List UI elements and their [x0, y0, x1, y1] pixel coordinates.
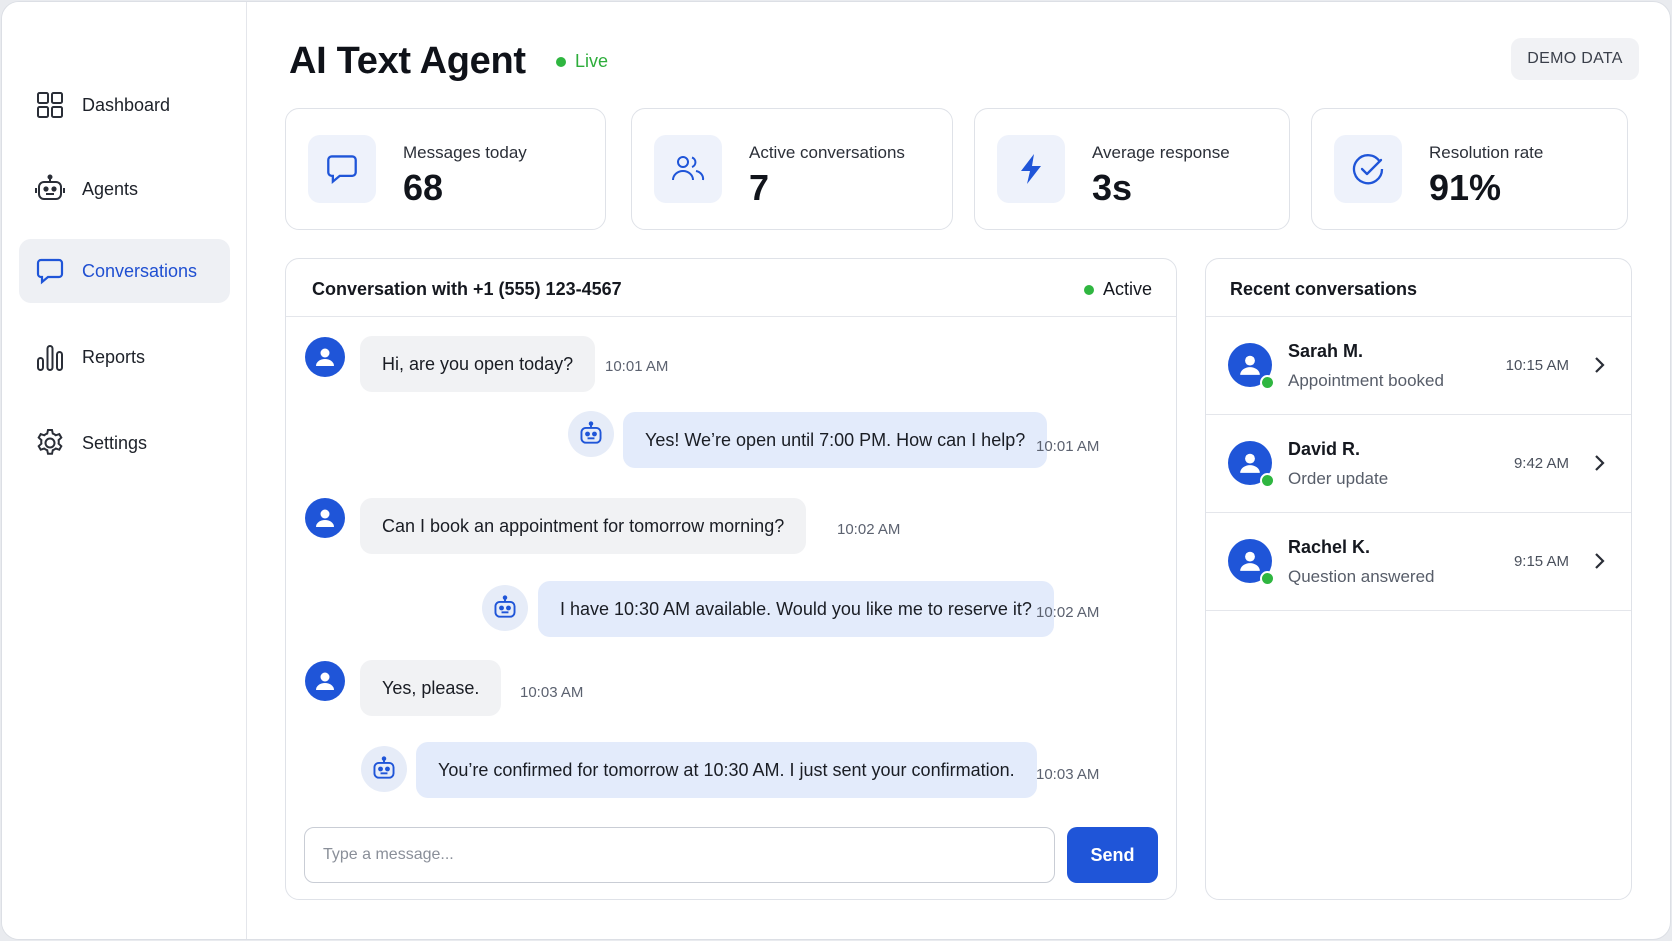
sidebar-item-label: Settings: [82, 432, 148, 453]
sidebar-item-settings[interactable]: Settings: [19, 411, 230, 475]
chat-bubble-icon: [35, 256, 65, 286]
conversation-status-label: Active: [1102, 279, 1152, 299]
recent-conversations-title: Recent conversations: [1230, 279, 1418, 299]
message-time: 10:03 AM: [1036, 766, 1100, 783]
online-dot-icon: [1260, 571, 1275, 586]
message-time: 10:01 AM: [1036, 438, 1100, 455]
user-message: Yes, please.: [360, 660, 502, 716]
sidebar-item-conversations[interactable]: Conversations: [19, 239, 230, 303]
conversation-header: Conversation with +1 (555) 123-4567 Acti…: [286, 259, 1176, 317]
stat-label: Messages today: [403, 143, 527, 162]
online-dot-icon: [1260, 473, 1275, 488]
stat-card-resolution-rate: Resolution rate 91%: [1311, 108, 1628, 230]
dashboard-grid-icon: [35, 90, 65, 120]
user-avatar-icon: [305, 498, 345, 538]
bot-avatar-icon: [361, 746, 407, 792]
user-avatar-icon: [305, 661, 345, 701]
stat-label: Resolution rate: [1429, 143, 1544, 162]
message-time: 10:02 AM: [1036, 604, 1100, 621]
message-time: 10:02 AM: [837, 521, 901, 538]
recent-conversations-panel: Recent conversations Sarah M. Appointmen…: [1205, 258, 1632, 900]
live-status: Live: [556, 51, 608, 72]
gear-icon: [35, 428, 65, 458]
message-input[interactable]: Type a message...: [304, 827, 1055, 883]
recent-conversation-item[interactable]: Rachel K. Question answered 9:15 AM: [1206, 513, 1631, 611]
stat-card-messages: Messages today 68: [285, 108, 606, 230]
chevron-right-icon[interactable]: [1589, 355, 1609, 375]
lightning-icon: [997, 135, 1065, 203]
live-status-label: Live: [575, 51, 609, 71]
sidebar-item-label: Agents: [82, 178, 139, 199]
bot-avatar-icon: [482, 585, 528, 631]
live-dot-icon: [556, 56, 566, 67]
contact-name: Sarah M.: [1288, 341, 1364, 361]
users-icon: [654, 135, 722, 203]
stat-label: Active conversations: [749, 143, 905, 162]
sidebar-item-reports[interactable]: Reports: [19, 325, 230, 389]
conversation-summary: Appointment booked: [1288, 371, 1444, 390]
sidebar-item-agents[interactable]: Agents: [19, 157, 230, 221]
recent-conversation-item[interactable]: Sarah M. Appointment booked 10:15 AM: [1206, 317, 1631, 415]
stat-card-average-response: Average response 3s: [974, 108, 1290, 230]
active-dot-icon: [1083, 284, 1094, 295]
stat-label: Average response: [1092, 143, 1230, 162]
conversation-status: Active: [1083, 279, 1152, 300]
conversation-panel: Conversation with +1 (555) 123-4567 Acti…: [285, 258, 1177, 900]
sidebar-item-dashboard[interactable]: Dashboard: [19, 73, 230, 137]
chat-bubble-icon: [308, 135, 376, 203]
online-dot-icon: [1260, 375, 1275, 390]
recent-conversations-header: Recent conversations: [1206, 259, 1631, 317]
sidebar: Dashboard Agents Conversations Reports S…: [2, 2, 247, 939]
bot-avatar-icon: [568, 411, 614, 457]
robot-icon: [35, 174, 65, 204]
bar-chart-icon: [35, 342, 65, 372]
chevron-right-icon[interactable]: [1589, 551, 1609, 571]
demo-data-badge: DEMO DATA: [1511, 38, 1639, 80]
conversation-summary: Question answered: [1288, 567, 1435, 586]
stat-value: 3s: [1092, 167, 1133, 208]
recent-conversation-item[interactable]: David R. Order update 9:42 AM: [1206, 415, 1631, 513]
conversation-summary: Order update: [1288, 469, 1389, 488]
conversation-title: Conversation with +1 (555) 123-4567: [312, 279, 622, 299]
message-time: 10:03 AM: [520, 684, 584, 701]
user-message: Hi, are you open today?: [360, 336, 596, 392]
page-title: AI Text Agent: [289, 40, 526, 82]
bot-message: I have 10:30 AM available. Would you lik…: [538, 581, 1054, 637]
stat-value: 7: [749, 167, 770, 208]
bot-message: Yes! We’re open until 7:00 PM. How can I…: [623, 412, 1048, 468]
bot-message: You’re confirmed for tomorrow at 10:30 A…: [416, 742, 1037, 798]
contact-name: David R.: [1288, 439, 1361, 459]
user-message: Can I book an appointment for tomorrow m…: [360, 498, 807, 554]
stat-card-active-conversations: Active conversations 7: [631, 108, 953, 230]
check-circle-icon: [1334, 135, 1402, 203]
message-time: 10:01 AM: [605, 358, 669, 375]
send-button[interactable]: Send: [1067, 827, 1158, 883]
sidebar-item-label: Conversations: [82, 260, 198, 281]
stat-value: 68: [403, 167, 444, 208]
sidebar-item-label: Reports: [82, 346, 146, 367]
conversation-time: 9:42 AM: [1513, 455, 1569, 472]
conversation-time: 9:15 AM: [1513, 553, 1569, 570]
stat-value: 91%: [1429, 167, 1502, 208]
user-avatar-icon: [305, 337, 345, 377]
app-window: Dashboard Agents Conversations Reports S…: [1, 1, 1671, 940]
contact-name: Rachel K.: [1288, 537, 1371, 557]
chevron-right-icon[interactable]: [1589, 453, 1609, 473]
sidebar-item-label: Dashboard: [82, 94, 171, 115]
conversation-time: 10:15 AM: [1505, 357, 1569, 374]
